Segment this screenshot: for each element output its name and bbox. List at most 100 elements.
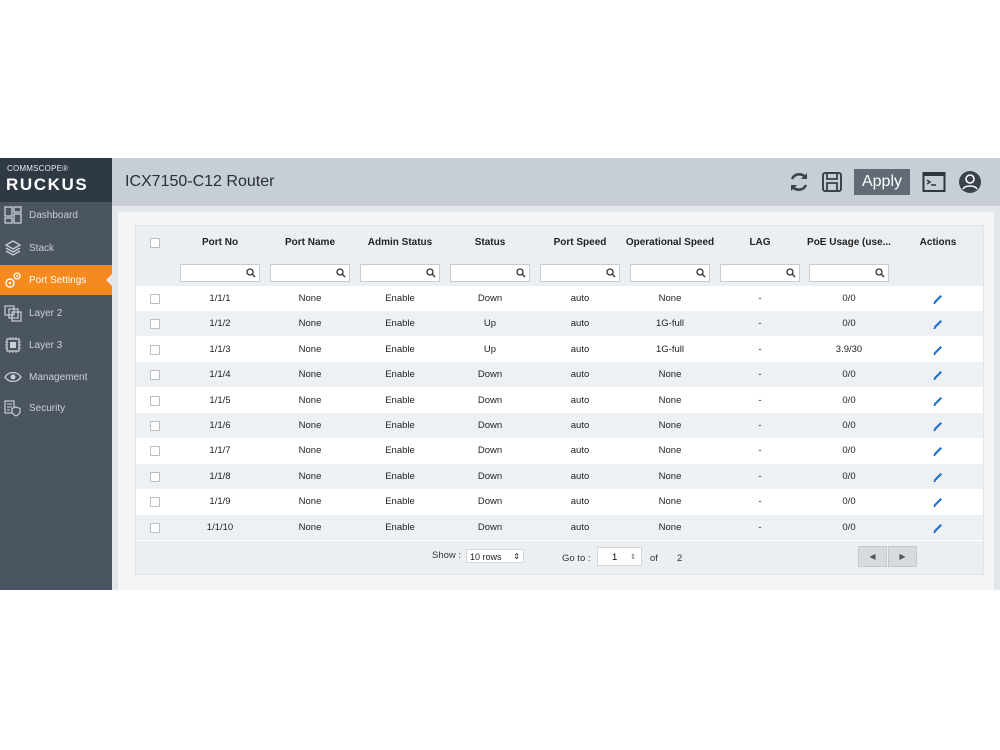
table-row[interactable]: 1/1/8 None Enable Down auto None - 0/0 (136, 463, 983, 489)
column-filter-input[interactable] (540, 264, 620, 282)
row-checkbox[interactable] (150, 395, 160, 406)
cell-admin-status: Enable (385, 521, 415, 533)
table-row[interactable]: 1/1/10 None Enable Down auto None - 0/0 (136, 514, 983, 540)
edit-pencil-icon[interactable] (932, 470, 944, 482)
cell-port-name: None (298, 394, 322, 406)
gears-icon (0, 271, 29, 289)
apply-button[interactable]: Apply (854, 169, 910, 195)
edit-pencil-icon[interactable] (932, 343, 944, 355)
row-checkbox[interactable] (150, 471, 160, 482)
cell-admin-status: Enable (385, 293, 415, 304)
cell-status: Down (477, 470, 503, 482)
sidebar-item-port-settings[interactable]: Port Settings (0, 265, 113, 295)
edit-pencil-icon[interactable] (932, 317, 944, 330)
row-checkbox[interactable] (150, 319, 160, 330)
table-row[interactable]: 1/1/1 None Enable Down auto None - 0/0 (136, 286, 983, 311)
column-header[interactable]: Status (447, 226, 533, 260)
column-filter-input[interactable] (720, 264, 800, 282)
cell-poe: 0/0 (842, 445, 856, 457)
user-avatar-icon[interactable] (958, 170, 982, 194)
table-row[interactable]: 1/1/4 None Enable Down auto None - 0/0 (136, 362, 983, 388)
terminal-icon[interactable] (922, 170, 946, 194)
table-row[interactable]: 1/1/9 None Enable Down auto None - 0/0 (136, 489, 983, 514)
sidebar-item-layer-2[interactable]: Layer 2 (0, 298, 112, 328)
column-filter-input[interactable] (180, 264, 260, 282)
row-checkbox[interactable] (150, 421, 160, 431)
cell-op-speed: None (658, 470, 682, 482)
search-icon (786, 268, 796, 278)
column-header[interactable]: Operational Speed (622, 226, 718, 260)
row-checkbox[interactable] (150, 522, 160, 533)
column-filter-input[interactable] (809, 264, 889, 282)
search-icon (606, 268, 616, 278)
column-filter-input[interactable] (450, 264, 530, 282)
security-shield-icon (0, 399, 29, 417)
column-filter-input[interactable] (360, 264, 440, 282)
goto-page-input[interactable]: 1 ⇕ (597, 547, 642, 566)
column-filter-input[interactable] (270, 264, 350, 282)
cell-admin-status: Enable (385, 343, 415, 355)
sidebar-item-security[interactable]: Security (0, 393, 112, 423)
layer2-icon (0, 304, 29, 322)
cell-admin-status: Enable (385, 470, 415, 482)
next-page-button[interactable]: ▶ (888, 546, 917, 567)
cell-port-name: None (298, 470, 322, 482)
cell-admin-status: Enable (385, 420, 415, 431)
column-header[interactable]: Port No (177, 226, 263, 260)
row-checkbox[interactable] (150, 446, 160, 457)
cell-admin-status: Enable (385, 445, 415, 457)
table-row[interactable]: 1/1/7 None Enable Down auto None - 0/0 (136, 438, 983, 463)
column-filter-input[interactable] (630, 264, 710, 282)
chevron-left-icon: ◀ (869, 552, 876, 561)
cell-op-speed: 1G-full (656, 343, 684, 355)
edit-pencil-icon[interactable] (932, 495, 944, 508)
table-row[interactable]: 1/1/3 None Enable Up auto 1G-full - 3.9/30 (136, 337, 983, 362)
table-row[interactable]: 1/1/6 None Enable Down auto None - 0/0 (136, 413, 983, 438)
edit-pencil-icon[interactable] (932, 292, 944, 304)
cell-port-name: None (298, 343, 322, 355)
table-row[interactable]: 1/1/5 None Enable Down auto None - 0/0 (136, 388, 983, 413)
rows-per-page-select[interactable]: 10 rows ⇕ (466, 549, 524, 563)
content-panel: Port No Port Name Admin Status Status Port S… (118, 212, 994, 590)
search-icon (696, 268, 706, 278)
select-all-checkbox[interactable] (150, 238, 160, 248)
refresh-icon[interactable] (787, 170, 811, 194)
edit-pencil-icon[interactable] (932, 521, 944, 533)
cell-op-speed: None (658, 420, 682, 431)
save-icon[interactable] (820, 170, 844, 194)
column-header[interactable]: Admin Status (357, 226, 443, 260)
sidebar-item-dashboard[interactable]: Dashboard (0, 200, 112, 230)
cell-poe: 0/0 (842, 496, 856, 508)
cell-lag: - (758, 496, 762, 508)
prev-page-button[interactable]: ◀ (858, 546, 887, 567)
cell-status: Up (483, 343, 497, 355)
pagination-bar: Show : 10 rows ⇕ Go to : 1 ⇕ of 2 ◀ ▶ (136, 541, 983, 574)
column-header[interactable]: Port Name (267, 226, 353, 260)
sidebar-item-management[interactable]: Management (0, 362, 112, 392)
cell-port-no: 1/1/10 (206, 521, 234, 533)
sidebar-item-layer-3[interactable]: Layer 3 (0, 330, 112, 360)
edit-pencil-icon[interactable] (932, 368, 944, 381)
row-checkbox[interactable] (150, 294, 160, 304)
sidebar-item-stack[interactable]: Stack (0, 233, 112, 263)
search-icon (516, 268, 526, 278)
product-name: RUCKUS (6, 175, 89, 194)
edit-pencil-icon[interactable] (932, 394, 944, 406)
cell-port-no: 1/1/9 (209, 496, 231, 508)
edit-pencil-icon[interactable] (932, 444, 944, 457)
table-row[interactable]: 1/1/2 None Enable Up auto 1G-full - 0/0 (136, 311, 983, 337)
column-header[interactable]: LAG (720, 226, 800, 260)
row-checkbox[interactable] (150, 370, 160, 381)
row-checkbox[interactable] (150, 344, 160, 355)
edit-pencil-icon[interactable] (932, 419, 944, 431)
cell-status: Down (477, 521, 503, 533)
cell-port-name: None (298, 445, 322, 457)
cell-admin-status: Enable (385, 318, 415, 330)
row-checkbox[interactable] (150, 497, 160, 508)
column-header[interactable]: Actions (903, 226, 973, 260)
column-header[interactable]: Port Speed (537, 226, 623, 260)
column-header[interactable]: PoE Usage (use... (804, 226, 894, 260)
cell-admin-status: Enable (385, 394, 415, 406)
goto-page-value: 1 (612, 552, 618, 563)
cell-poe: 0/0 (842, 369, 856, 381)
